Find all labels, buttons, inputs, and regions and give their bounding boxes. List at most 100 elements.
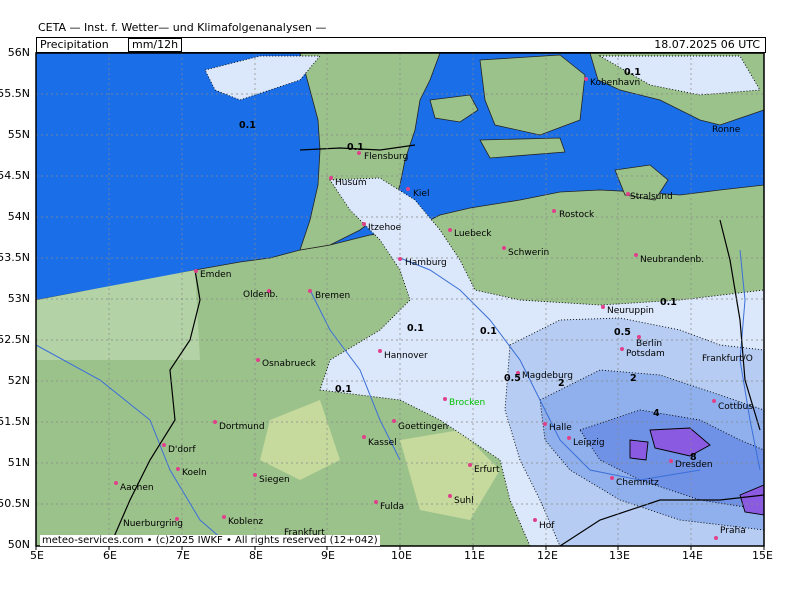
city-label: Kassel xyxy=(368,438,397,448)
contour-label: 0.1 xyxy=(407,323,424,334)
contour-label: 2 xyxy=(630,373,637,384)
contour-label: 0.1 xyxy=(335,384,352,395)
lon-label: 12E xyxy=(537,549,558,562)
city-marker xyxy=(712,399,716,403)
city-marker xyxy=(114,481,118,485)
lon-label: 14E xyxy=(682,549,703,562)
contour-label: 0.5 xyxy=(614,327,631,338)
lat-label: 51.5N xyxy=(0,415,30,428)
city-label: Dortmund xyxy=(219,422,265,432)
city-label: Flensburg xyxy=(364,152,409,162)
city-label: Chemnitz xyxy=(616,478,659,488)
city-label: Schwerin xyxy=(508,248,550,258)
city-label: Osnabrueck xyxy=(262,359,316,369)
lat-label: 56N xyxy=(7,46,30,59)
lat-label: 53.5N xyxy=(0,251,30,264)
city-marker xyxy=(502,246,506,250)
city-marker xyxy=(374,500,378,504)
city-marker xyxy=(362,435,366,439)
contour-label: 0.1 xyxy=(347,142,364,153)
lat-label: 53N xyxy=(7,292,30,305)
city-label: Koblenz xyxy=(228,517,264,527)
city-marker xyxy=(634,253,638,257)
lon-label: 9E xyxy=(321,549,335,562)
city-marker xyxy=(253,473,257,477)
city-label: Husum xyxy=(335,178,367,188)
city-marker xyxy=(213,420,217,424)
city-label: Itzehoe xyxy=(368,223,402,233)
lat-label: 50.5N xyxy=(0,497,30,510)
city-label: D'dorf xyxy=(168,445,196,455)
city-label: Praha xyxy=(720,526,746,536)
city-marker xyxy=(362,222,366,226)
city-label: Magdeburg xyxy=(522,371,573,381)
city-marker xyxy=(610,476,614,480)
city-label: Ronne xyxy=(712,125,741,135)
contour-label: 8 xyxy=(690,452,697,463)
city-label: Suhl xyxy=(454,496,474,506)
city-label: Emden xyxy=(200,270,232,280)
lat-label: 54N xyxy=(7,210,30,223)
copyright-footer: meteo-services.com • (c)2025 IWKF • All … xyxy=(40,535,380,546)
city-marker xyxy=(543,422,547,426)
lon-label: 15E xyxy=(752,549,773,562)
city-label: Neuruppin xyxy=(607,306,655,316)
city-marker xyxy=(256,358,260,362)
city-label: Neubrandenb. xyxy=(640,255,705,265)
city-marker xyxy=(222,515,226,519)
city-marker xyxy=(552,209,556,213)
city-marker xyxy=(669,459,673,463)
city-label: Frankfurt/O xyxy=(702,354,753,364)
city-label: Hannover xyxy=(384,351,428,361)
lon-label: 5E xyxy=(30,549,44,562)
city-marker xyxy=(162,443,166,447)
city-label: Berlin xyxy=(636,339,663,349)
lat-label: 51N xyxy=(7,456,30,469)
city-marker xyxy=(194,269,198,273)
lat-label: 52.5N xyxy=(0,333,30,346)
lat-label: 54.5N xyxy=(0,169,30,182)
city-label: Rostock xyxy=(559,210,595,220)
lat-label: 52N xyxy=(7,374,30,387)
city-marker xyxy=(567,436,571,440)
city-label: Bremen xyxy=(315,291,351,301)
island-zealand xyxy=(479,54,586,136)
city-label: Koeln xyxy=(182,468,207,478)
lon-label: 10E xyxy=(391,549,412,562)
city-label: Leipzig xyxy=(573,438,605,448)
city-label: Halle xyxy=(549,423,572,433)
city-label: Hamburg xyxy=(405,258,447,268)
lon-label: 7E xyxy=(176,549,190,562)
city-label: Kiel xyxy=(413,189,430,199)
city-marker xyxy=(448,228,452,232)
lon-label: 8E xyxy=(249,549,263,562)
city-marker xyxy=(329,176,333,180)
city-marker xyxy=(601,305,605,309)
contour-label: 2 xyxy=(558,378,565,389)
city-label: Hof xyxy=(539,521,555,531)
city-marker xyxy=(448,494,452,498)
city-label: Oldenb. xyxy=(243,290,279,300)
lat-label: 55.5N xyxy=(0,87,30,100)
lon-label: 11E xyxy=(464,549,485,562)
contour-label: 0.5 xyxy=(504,373,521,384)
city-label: Siegen xyxy=(259,475,290,485)
city-marker xyxy=(176,467,180,471)
contour-label: 0.1 xyxy=(624,67,641,78)
lat-label: 55N xyxy=(7,128,30,141)
city-marker xyxy=(378,349,382,353)
city-label: Potsdam xyxy=(626,349,665,359)
lon-label: 13E xyxy=(609,549,630,562)
contour-label: 4 xyxy=(653,408,660,419)
contour-label: 0.1 xyxy=(480,326,497,337)
city-marker xyxy=(468,463,472,467)
city-marker xyxy=(443,397,447,401)
city-label: Kobenhavn xyxy=(590,78,641,88)
city-marker xyxy=(308,289,312,293)
city-marker xyxy=(398,257,402,261)
city-marker xyxy=(533,518,537,522)
contour-label: 0.1 xyxy=(660,297,677,308)
precip-8-area-2 xyxy=(629,439,649,461)
city-marker xyxy=(584,77,588,81)
city-label: Luebeck xyxy=(454,229,492,239)
